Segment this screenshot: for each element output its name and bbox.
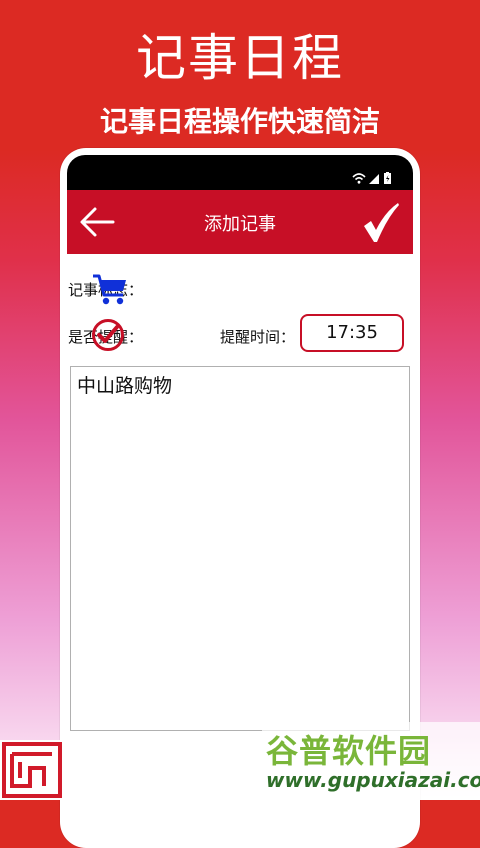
remind-time-field[interactable]: 17:35 [300,314,404,352]
promo-title: 记事日程 [136,29,344,87]
watermark: 谷普软件园 www.gupuxiazai.com [262,722,480,800]
brand-logo [0,740,64,800]
watermark-text: 谷普软件园 [266,732,432,770]
form-area: 17:35 中山路购物 [60,148,420,748]
watermark-url: www.gupuxiazai.com [266,768,480,792]
promo-subtitle: 记事日程操作快速简洁 [99,105,380,138]
note-textarea[interactable]: 中山路购物 [70,366,410,731]
